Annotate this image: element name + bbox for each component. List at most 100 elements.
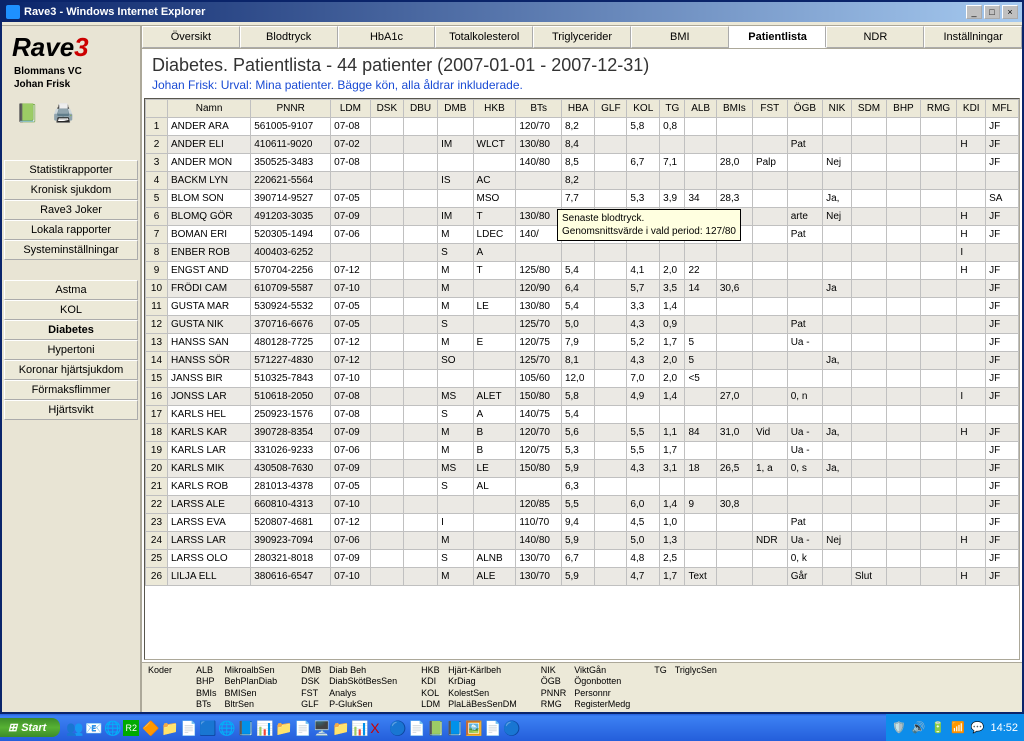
cell-RMG[interactable] [920, 280, 957, 298]
cell-PNNR[interactable]: 331026-9233 [251, 442, 331, 460]
cell-ALB[interactable]: 14 [685, 280, 716, 298]
cell-BTs[interactable]: 105/60 [516, 370, 562, 388]
cell-FST[interactable] [752, 406, 787, 424]
cell-Namn[interactable]: HANSS SAN [167, 334, 250, 352]
cell-NIK[interactable]: Ja, [823, 424, 852, 442]
cell-DSK[interactable] [370, 514, 403, 532]
cell-HBA[interactable]: 5,9 [561, 532, 594, 550]
cell-SDM[interactable] [851, 298, 886, 316]
cell-DBU[interactable] [404, 460, 438, 478]
cell-BHP[interactable] [887, 406, 920, 424]
cell-DBU[interactable] [404, 478, 438, 496]
sidebar-item-kol[interactable]: KOL [4, 300, 138, 320]
cell-NIK[interactable] [823, 568, 852, 586]
cell-MFL[interactable]: JF [986, 208, 1019, 226]
cell-BTs[interactable]: 150/80 [516, 388, 562, 406]
cell-BMIs[interactable]: 27,0 [716, 388, 752, 406]
cell-GLF[interactable] [595, 172, 627, 190]
cell-Namn[interactable]: HANSS SÖR [167, 352, 250, 370]
cell-LDM[interactable]: 07-12 [331, 262, 370, 280]
cell-FST[interactable] [752, 388, 787, 406]
cell-HKB[interactable] [473, 370, 516, 388]
cell-HKB[interactable]: LDEC [473, 226, 516, 244]
cell-GLF[interactable] [595, 406, 627, 424]
cell-GLF[interactable] [595, 352, 627, 370]
cell-HBA[interactable]: 5,3 [561, 442, 594, 460]
cell-PNNR[interactable]: 370716-6676 [251, 316, 331, 334]
cell-Namn[interactable]: BOMAN ERI [167, 226, 250, 244]
cell-FST[interactable] [752, 172, 787, 190]
cell-BHP[interactable] [887, 550, 920, 568]
cell-ÖGB[interactable] [787, 496, 822, 514]
cell-ÖGB[interactable]: 0, s [787, 460, 822, 478]
cell-GLF[interactable] [595, 568, 627, 586]
cell-NIK[interactable] [823, 118, 852, 136]
cell-BMIs[interactable] [716, 262, 752, 280]
cell-BTs[interactable] [516, 478, 562, 496]
cell-BMIs[interactable] [716, 550, 752, 568]
cell-TG[interactable]: 7,1 [660, 154, 685, 172]
tab-totalkolesterol[interactable]: Totalkolesterol [435, 26, 533, 48]
cell-ÖGB[interactable]: Går [787, 568, 822, 586]
cell-LDM[interactable]: 07-06 [331, 532, 370, 550]
cell-SDM[interactable] [851, 244, 886, 262]
cell-DBU[interactable] [404, 442, 438, 460]
cell-SDM[interactable] [851, 406, 886, 424]
print-icon[interactable]: 🖨️ [52, 103, 74, 124]
cell-TG[interactable]: 2,0 [660, 370, 685, 388]
cell-PNNR[interactable]: 250923-1576 [251, 406, 331, 424]
cell-DSK[interactable] [370, 316, 403, 334]
cell-MFL[interactable]: JF [986, 568, 1019, 586]
cell-KDI[interactable]: H [957, 208, 986, 226]
cell-ÖGB[interactable]: Pat [787, 136, 822, 154]
cell-ALB[interactable] [685, 532, 716, 550]
cell-RMG[interactable] [920, 496, 957, 514]
cell-TG[interactable]: 1,0 [660, 514, 685, 532]
cell-Namn[interactable]: LILJA ELL [167, 568, 250, 586]
cell-MFL[interactable]: JF [986, 550, 1019, 568]
cell-DBU[interactable] [404, 514, 438, 532]
cell-KDI[interactable] [957, 460, 986, 478]
cell-SDM[interactable] [851, 226, 886, 244]
sidebar-item-kronisk-sjukdom[interactable]: Kronisk sjukdom [4, 180, 138, 200]
cell-BMIs[interactable] [716, 136, 752, 154]
col-header[interactable]: DMB [438, 100, 473, 118]
cell-BHP[interactable] [887, 478, 920, 496]
cell-GLF[interactable] [595, 280, 627, 298]
cell-BTs[interactable] [516, 190, 562, 208]
cell-NIK[interactable] [823, 478, 852, 496]
table-row[interactable]: 3ANDER MON350525-348307-08140/808,56,77,… [146, 154, 1019, 172]
cell-HKB[interactable]: B [473, 424, 516, 442]
cell-RMG[interactable] [920, 334, 957, 352]
close-button[interactable]: × [1002, 5, 1018, 19]
cell-GLF[interactable] [595, 190, 627, 208]
exit-icon[interactable]: 📗 [16, 103, 38, 124]
cell-DSK[interactable] [370, 298, 403, 316]
cell-NIK[interactable] [823, 496, 852, 514]
cell-GLF[interactable] [595, 496, 627, 514]
cell-ALB[interactable]: 9 [685, 496, 716, 514]
cell-Namn[interactable]: KARLS HEL [167, 406, 250, 424]
cell-PNNR[interactable]: 570704-2256 [251, 262, 331, 280]
cell-HKB[interactable] [473, 496, 516, 514]
cell-ÖGB[interactable]: Pat [787, 514, 822, 532]
cell-ALB[interactable] [685, 136, 716, 154]
cell-BMIs[interactable] [716, 442, 752, 460]
cell-RMG[interactable] [920, 478, 957, 496]
cell-ALB[interactable] [685, 550, 716, 568]
cell-ALB[interactable]: 5 [685, 352, 716, 370]
cell-SDM[interactable] [851, 280, 886, 298]
cell-ÖGB[interactable]: Pat [787, 226, 822, 244]
col-header[interactable]: GLF [595, 100, 627, 118]
cell-GLF[interactable] [595, 298, 627, 316]
cell-MFL[interactable]: JF [986, 118, 1019, 136]
cell-GLF[interactable] [595, 388, 627, 406]
cell-DSK[interactable] [370, 262, 403, 280]
cell-DMB[interactable] [438, 496, 473, 514]
col-header[interactable]: HBA [561, 100, 594, 118]
cell-BTs[interactable]: 140/80 [516, 532, 562, 550]
col-header[interactable]: HKB [473, 100, 516, 118]
cell-Namn[interactable]: ENGST AND [167, 262, 250, 280]
cell-KDI[interactable] [957, 280, 986, 298]
cell-ALB[interactable]: 5 [685, 334, 716, 352]
